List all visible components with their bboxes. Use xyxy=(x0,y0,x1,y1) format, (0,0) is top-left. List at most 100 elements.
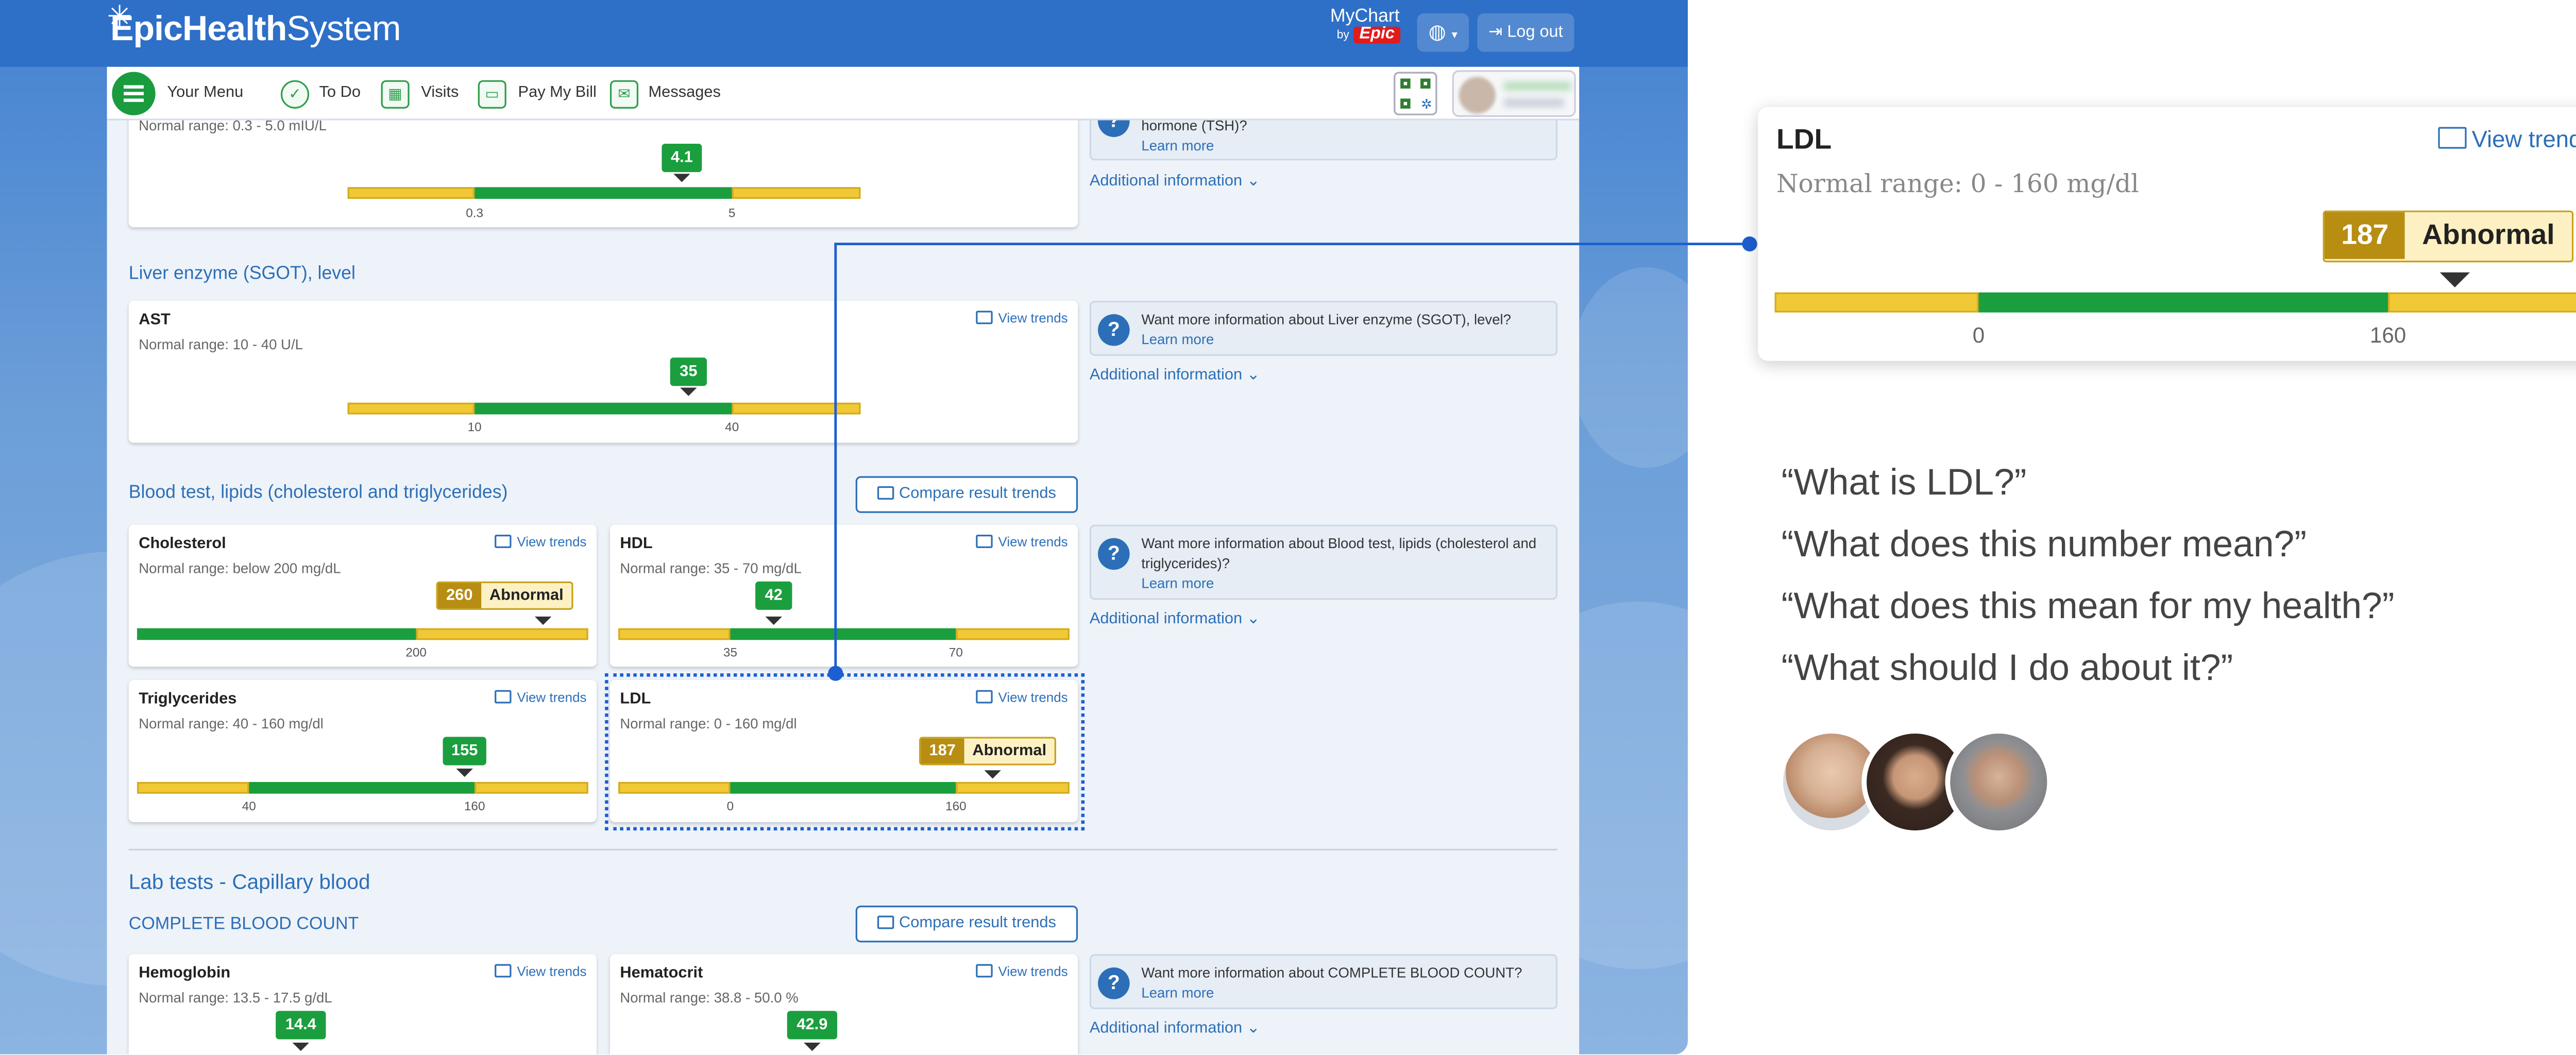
high-range-segment xyxy=(474,782,588,794)
hamburger-icon-line xyxy=(124,98,144,102)
value-pointer-icon xyxy=(680,387,697,396)
range-tick-label: 0 xyxy=(1972,322,1985,348)
account-menu[interactable] xyxy=(1452,70,1576,117)
view-trends-link[interactable]: View trends xyxy=(495,690,587,705)
learn-more-link[interactable]: Learn more xyxy=(1141,329,1551,349)
low-range-segment xyxy=(618,628,731,640)
chevron-down-icon: ⌄ xyxy=(1246,1019,1260,1038)
subsection-title-complete-blood-count: COMPLETE BLOOD COUNT xyxy=(128,914,359,934)
normal-range-segment xyxy=(1978,292,2388,313)
range-bar xyxy=(347,402,861,415)
epic-badge: Epic xyxy=(1354,26,1400,44)
compare-result-trends-button[interactable]: Compare result trends xyxy=(855,476,1078,513)
info-box-tsh: ? hormone (TSH)? Learn more xyxy=(1089,120,1558,161)
additional-information-label: Additional information xyxy=(1089,1019,1243,1038)
logout-button[interactable]: ⇥ Log out xyxy=(1477,13,1574,52)
chevron-down-icon: ⌄ xyxy=(1246,609,1260,628)
view-trends-label: View trends xyxy=(998,311,1068,326)
high-range-segment xyxy=(956,628,1070,640)
compare-result-trends-button[interactable]: Compare result trends xyxy=(855,906,1078,943)
envelope-icon: ✉ xyxy=(609,80,639,109)
value-pointer-icon xyxy=(456,769,473,777)
logo-star-icon: ✳ xyxy=(107,0,132,33)
check-circle-icon: ✓ xyxy=(280,80,310,109)
view-trends-link[interactable]: View trends xyxy=(2438,125,2576,152)
additional-information-toggle[interactable]: Additional information ⌄ xyxy=(1090,1019,1260,1038)
result-name: Triglycerides xyxy=(139,690,237,709)
value-pointer-icon xyxy=(2439,272,2470,287)
menu-button[interactable] xyxy=(112,72,156,115)
view-trends-link[interactable]: View trends xyxy=(976,311,1068,326)
view-trends-link[interactable]: View trends xyxy=(495,964,587,979)
view-trends-label: View trends xyxy=(998,964,1068,979)
info-text: hormone (TSH)? xyxy=(1141,120,1247,134)
section-title-lipids: Blood test, lipids (cholesterol and trig… xyxy=(128,483,508,503)
menu-item-pay-my-bill[interactable]: Pay My Bill xyxy=(518,67,597,121)
section-title-liver-enzyme: Liver enzyme (SGOT), level xyxy=(128,264,355,284)
learn-more-link[interactable]: Learn more xyxy=(1141,135,1551,156)
trend-chart-icon xyxy=(495,690,512,704)
question-text: “What does this mean for my health?” xyxy=(1781,585,2395,627)
normal-range: Normal range: 0.3 - 5.0 mIU/L xyxy=(139,120,327,134)
range-tick-label: 160 xyxy=(464,798,485,814)
range-tick-label: 40 xyxy=(725,419,739,435)
normal-range: Normal range: 13.5 - 17.5 g/dL xyxy=(139,989,332,1006)
value-pointer-icon xyxy=(534,616,552,625)
abnormal-result-flag: 260 Abnormal xyxy=(436,581,574,610)
additional-information-toggle[interactable]: Additional information ⌄ xyxy=(1090,610,1260,628)
range-tick-label: 35 xyxy=(723,645,737,660)
logout-label: Log out xyxy=(1507,23,1563,42)
question-text: “What is LDL?” xyxy=(1781,461,2027,503)
trend-chart-icon xyxy=(877,486,894,500)
section-divider xyxy=(128,848,1558,850)
abnormal-label: Abnormal xyxy=(2422,218,2555,251)
calendar-icon: ▦ xyxy=(381,80,410,109)
question-icon: ? xyxy=(1098,314,1130,346)
value-pointer-icon xyxy=(765,616,783,625)
trend-chart-icon xyxy=(976,311,993,325)
menu-item-to-do[interactable]: To Do xyxy=(319,67,361,121)
high-range-segment xyxy=(2388,292,2576,313)
view-trends-link[interactable]: View trends xyxy=(976,964,1068,979)
range-bar xyxy=(137,782,588,794)
trend-chart-icon xyxy=(976,534,993,548)
menu-item-messages[interactable]: Messages xyxy=(649,67,721,121)
trend-chart-icon xyxy=(877,915,894,929)
result-value-flag: 4.1 xyxy=(662,143,702,173)
range-bar xyxy=(347,187,861,199)
normal-range: Normal range: 40 - 160 mg/dl xyxy=(139,715,324,732)
range-bar xyxy=(137,628,588,640)
value-pointer-icon xyxy=(292,1043,310,1051)
learn-more-link[interactable]: Learn more xyxy=(1141,982,1551,1002)
result-card-hemoglobin: Hemoglobin Normal range: 13.5 - 17.5 g/d… xyxy=(128,954,597,1054)
hamburger-icon-line xyxy=(124,92,144,95)
low-range-segment xyxy=(1774,292,1979,313)
question-text: “What should I do about it?” xyxy=(1781,646,2233,689)
info-text: Want more information about Blood test, … xyxy=(1141,534,1537,572)
epic-health-system-logo[interactable]: ✳ EpicHealthSystem xyxy=(107,0,401,50)
result-value-flag: 42 xyxy=(755,581,792,610)
normal-range-segment xyxy=(730,628,956,640)
learn-more-link[interactable]: Learn more xyxy=(1141,573,1551,593)
additional-information-toggle[interactable]: Additional information ⌄ xyxy=(1090,172,1260,191)
high-range-segment xyxy=(416,628,588,640)
compare-trends-label: Compare result trends xyxy=(899,484,1056,503)
mychart-logo: MyChart by Epic xyxy=(1330,8,1400,45)
additional-information-toggle[interactable]: Additional information ⌄ xyxy=(1090,366,1260,384)
result-value: 187 xyxy=(2324,212,2405,259)
high-range-segment xyxy=(732,187,861,199)
credit-card-icon: ▭ xyxy=(478,80,506,109)
your-menu-link[interactable]: Your Menu xyxy=(167,67,243,121)
result-value-flag: 14.4 xyxy=(276,1011,326,1040)
chevron-down-icon: ▾ xyxy=(1451,30,1458,42)
value-pointer-icon xyxy=(673,174,690,182)
menu-item-visits[interactable]: Visits xyxy=(421,67,459,121)
view-trends-link[interactable]: View trends xyxy=(495,534,587,550)
view-trends-link[interactable]: View trends xyxy=(976,534,1068,550)
callout-anchor-dot xyxy=(1742,236,1757,252)
result-card-hdl: HDL Normal range: 35 - 70 mg/dL View tre… xyxy=(609,524,1078,667)
qr-code-icon xyxy=(1400,78,1411,89)
qr-code-button[interactable]: ✲ xyxy=(1394,72,1437,115)
range-tick-label: 10 xyxy=(467,419,482,435)
language-button[interactable]: ◍ ▾ xyxy=(1417,13,1469,52)
